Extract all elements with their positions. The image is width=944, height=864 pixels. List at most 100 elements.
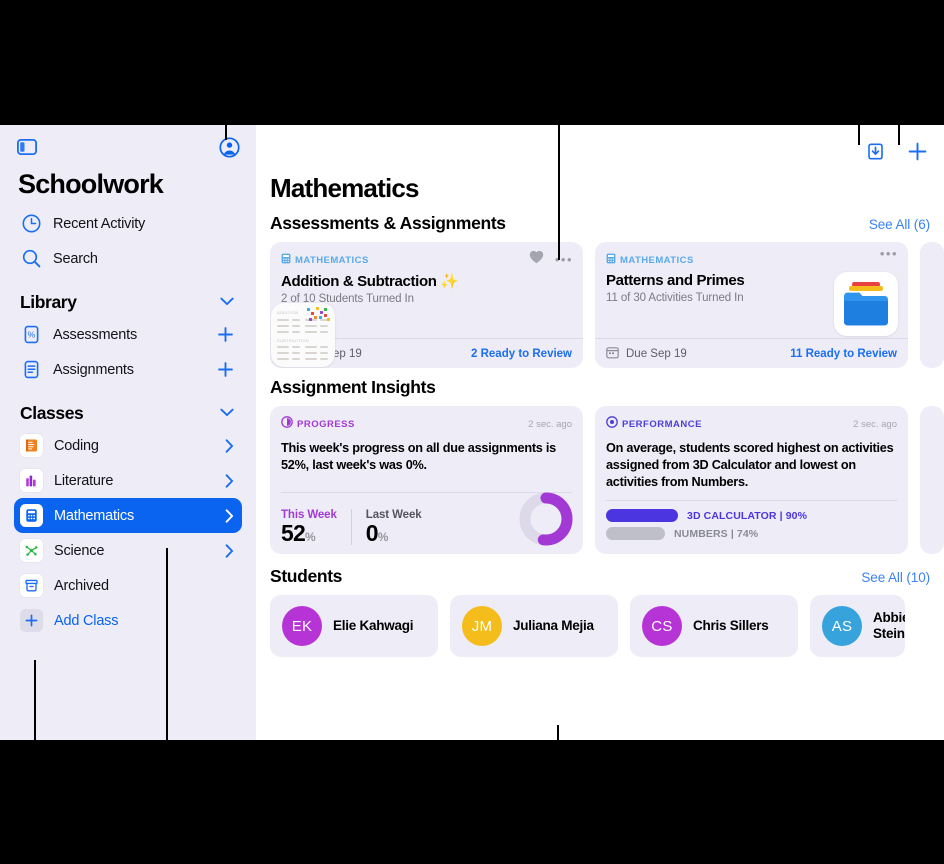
assessment-cards-row: MATHEMATICS Addition & Subtraction ✨ 2 o… (256, 242, 944, 368)
ellipsis-icon[interactable]: ••• (880, 247, 898, 260)
insight-card-progress[interactable]: PROGRESS 2 sec. ago This week's progress… (270, 406, 583, 554)
chevron-down-icon[interactable] (220, 404, 234, 422)
callout-line-toolbar-top2 (858, 100, 900, 102)
bar-label: 3D CALCULATOR | 90% (687, 510, 807, 522)
callout-line-toolbar-top (858, 100, 860, 145)
sidebar-item-label: Recent Activity (53, 215, 146, 232)
assignment-card-footer: Due Sep 19 11 Ready to Review (595, 338, 908, 368)
sidebar-item-label: Search (53, 250, 98, 267)
ready-to-review-link[interactable]: 11 Ready to Review (790, 348, 897, 360)
sidebar-item-label: Science (54, 542, 105, 559)
chevron-right-icon[interactable] (225, 473, 234, 488)
search-icon (20, 249, 42, 268)
assignment-card[interactable]: MATHEMATICS Addition & Subtraction ✨ 2 o… (270, 242, 583, 368)
bar-value: 90% (785, 509, 808, 522)
progress-ring (519, 492, 573, 546)
bar-separator: | (730, 527, 734, 540)
sidebar-item-search[interactable]: Search (14, 241, 242, 276)
insight-card-partial[interactable] (920, 406, 944, 554)
target-icon (606, 415, 618, 433)
insight-timestamp: 2 sec. ago (528, 418, 572, 430)
chevron-down-icon[interactable] (220, 293, 234, 311)
avatar-initials: CS (651, 617, 673, 635)
insight-kind-label: PERFORMANCE (622, 418, 702, 430)
svg-text:%: % (27, 330, 35, 340)
folder-thumbnail (834, 272, 898, 336)
avatar: AS (822, 606, 862, 646)
insight-cards-row: PROGRESS 2 sec. ago This week's progress… (256, 406, 944, 554)
see-all-students-link[interactable]: See All (10) (861, 570, 930, 585)
sidebar-item-recent-activity[interactable]: Recent Activity (14, 206, 242, 241)
screenshot-stage: Schoolwork Recent Activity Search Librar… (0, 0, 944, 864)
account-circle-icon[interactable] (216, 134, 242, 160)
sidebar-item-archived[interactable]: Archived (14, 568, 242, 603)
sidebar-section-library[interactable]: Library (14, 289, 242, 315)
plus-icon[interactable] (217, 361, 234, 378)
chevron-right-icon[interactable] (225, 508, 234, 523)
bar-value: 74% (736, 527, 759, 540)
student-card[interactable]: JM Juliana Mejia (450, 595, 618, 657)
callout-line-students (557, 725, 559, 795)
assignment-card[interactable]: MATHEMATICS Patterns and Primes 11 of 30… (595, 242, 908, 368)
sidebar-item-literature[interactable]: Literature (14, 463, 242, 498)
sidebar-section-classes[interactable]: Classes (14, 400, 242, 426)
stat-last-week: Last Week 0% (350, 508, 436, 545)
assignment-card-partial[interactable] (920, 242, 944, 368)
progress-circle-icon (281, 415, 293, 433)
assignment-due-label: Due Sep 19 (626, 347, 687, 360)
sidebar-item-assignments[interactable]: Assignments (14, 352, 242, 387)
stat-value: 52% (281, 521, 337, 545)
sidebar-item-add-class[interactable]: Add Class (14, 603, 242, 638)
callout-line-addclass (34, 660, 36, 864)
section-title: Classes (20, 402, 84, 423)
ready-to-review-link[interactable]: 2 Ready to Review (471, 348, 572, 360)
avatar-initials: AS (831, 617, 853, 635)
insight-bars: 3D CALCULATOR | 90% NUMBERS | 74% (606, 501, 897, 545)
calculator-icon (20, 504, 43, 527)
student-card[interactable]: EK Elie Kahwagi (270, 595, 438, 657)
insight-stats: This Week 52% Last Week 0% (281, 492, 573, 546)
bar-row: NUMBERS | 74% (606, 527, 897, 540)
sidebar-item-mathematics[interactable]: Mathematics (14, 498, 242, 533)
chevron-right-icon[interactable] (225, 543, 234, 558)
student-card[interactable]: AS Abbie Stein (810, 595, 905, 657)
insight-card-header: PROGRESS 2 sec. ago (281, 415, 572, 433)
assignment-card-body: MATHEMATICS Addition & Subtraction ✨ 2 o… (270, 242, 583, 367)
assignment-due: Due Sep 19 (606, 346, 687, 362)
insight-body-text: On average, students scored highest on a… (606, 441, 894, 489)
avatar: CS (642, 606, 682, 646)
calculator-small-icon (606, 251, 616, 269)
calculator-small-icon (281, 251, 291, 269)
insight-kind-label: PROGRESS (297, 418, 355, 430)
bar-label-text: NUMBERS (674, 527, 728, 540)
students-row: EK Elie Kahwagi JM Juliana Mejia CS Chri… (256, 595, 944, 657)
bar-row: 3D CALCULATOR | 90% (606, 509, 897, 522)
add-button[interactable] (904, 138, 930, 164)
stat-this-week: This Week 52% (281, 509, 351, 545)
assignment-card-tag: MATHEMATICS (606, 251, 897, 269)
assignment-card-tag-label: MATHEMATICS (620, 254, 694, 266)
insight-card-performance[interactable]: PERFORMANCE 2 sec. ago On average, stude… (595, 406, 908, 554)
literature-books-icon (20, 469, 43, 492)
sidebar-item-assessments[interactable]: % Assessments (14, 317, 242, 352)
see-all-assessments-link[interactable]: See All (6) (869, 217, 930, 232)
heart-filled-icon[interactable] (529, 250, 544, 269)
avatar: EK (282, 606, 322, 646)
bar-separator: | (779, 509, 783, 522)
sidebar-item-label: Coding (54, 437, 99, 454)
schoolwork-app-window: Schoolwork Recent Activity Search Librar… (0, 125, 944, 740)
sidebar-item-coding[interactable]: Coding (14, 428, 242, 463)
chevron-right-icon[interactable] (225, 438, 234, 453)
sidebar-item-label: Literature (54, 472, 114, 489)
sidebar-toggle-icon[interactable] (14, 134, 40, 160)
sidebar-topbar (14, 125, 242, 161)
import-tray-icon[interactable] (862, 138, 888, 164)
assessments-section-header: Assessments & Assignments See All (6) (270, 213, 930, 234)
assignment-card-actions: ••• (529, 250, 573, 269)
sidebar-item-science[interactable]: Science (14, 533, 242, 568)
plus-icon[interactable] (217, 326, 234, 343)
main-toolbar (256, 125, 944, 173)
page-title: Mathematics (270, 173, 420, 203)
avatar-initials: JM (471, 617, 493, 635)
student-card[interactable]: CS Chris Sillers (630, 595, 798, 657)
